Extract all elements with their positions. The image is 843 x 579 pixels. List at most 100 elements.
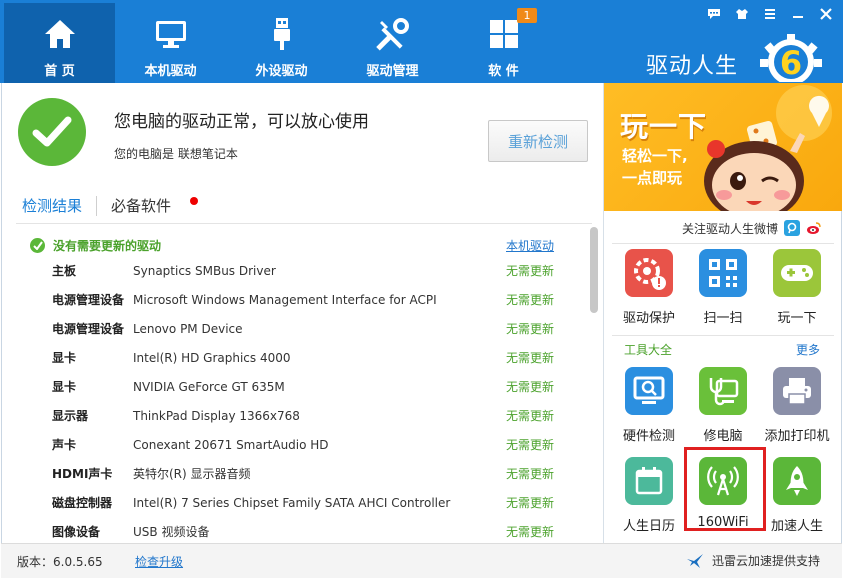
table-row: HDMI声卡 英特尔(R) 显示器音频 无需更新 (2, 460, 592, 489)
repair-pc-label: 修电脑 (703, 429, 743, 444)
wifi-160-label: 160WiFi (697, 515, 749, 530)
rescan-button[interactable]: 重新检测 (488, 120, 588, 162)
tencent-weibo-icon[interactable] (784, 220, 800, 236)
driver-category: 声卡 (52, 438, 77, 452)
driver-status: 无需更新 (506, 438, 555, 452)
shield-gear-icon (625, 249, 673, 297)
add-printer-tile[interactable]: 添加打印机 (762, 367, 832, 444)
sina-weibo-icon[interactable] (806, 220, 822, 236)
hardware-check-icon (625, 367, 673, 415)
nav-home-label: 首 页 (44, 64, 75, 79)
no-update-title: 没有需要更新的驱动 (53, 238, 162, 253)
nav-driver-management-label: 驱动管理 (366, 64, 419, 79)
hardware-check-tile[interactable]: 硬件检测 (614, 367, 684, 444)
calendar-icon (625, 457, 673, 505)
check-circle-icon (30, 237, 45, 253)
life-calendar-tile[interactable]: 人生日历 (614, 457, 684, 534)
minimize-icon[interactable] (789, 6, 807, 22)
driver-category: 主板 (52, 264, 77, 278)
table-row: 显卡 NVIDIA GeForce GT 635M 无需更新 (2, 373, 592, 402)
logo-digit: 6 (780, 44, 802, 82)
driver-category: 电源管理设备 (52, 293, 125, 307)
driver-category: 显卡 (52, 380, 77, 394)
driver-status: 无需更新 (506, 467, 555, 481)
status-bar: 版本：6.0.5.65 检查升级 迅雷云加速提供支持 (1, 543, 842, 578)
table-row: 电源管理设备 Lenovo PM Device 无需更新 (2, 315, 592, 344)
nav-driver-management[interactable]: 驱动管理 (337, 3, 448, 83)
banner-line-2: 一点即玩 (622, 169, 683, 187)
divider (16, 223, 592, 224)
close-icon[interactable] (817, 6, 835, 22)
side-divider (612, 243, 834, 244)
local-drivers-link[interactable]: 本机驱动 (506, 237, 554, 254)
play-game-tile[interactable]: 玩一下 (762, 249, 832, 326)
feedback-icon[interactable] (705, 6, 723, 22)
nav-software[interactable]: 1 软 件 (448, 3, 559, 83)
driver-protect-label: 驱动保护 (622, 311, 675, 326)
cdn-support-text: 迅雷云加速提供支持 (712, 554, 821, 568)
side-panel: 玩一下 轻松一下, 一点即玩 关注驱动人生微博 驱动保护 扫一扫 玩一下 工具大… (603, 83, 842, 543)
wifi-160-tile[interactable]: 160WiFi (688, 457, 758, 530)
computer-model: 您的电脑是 联想笔记本 (114, 147, 238, 161)
driver-category: 磁盘控制器 (52, 496, 113, 510)
tools-heading: 工具大全 (624, 343, 673, 357)
list-scrollbar[interactable] (590, 227, 598, 313)
nav-local-drivers-label: 本机驱动 (144, 64, 197, 79)
life-calendar-label: 人生日历 (622, 519, 675, 534)
menu-icon[interactable] (761, 6, 779, 22)
new-badge-dot (190, 197, 198, 205)
repair-pc-tile[interactable]: 修电脑 (688, 367, 758, 444)
side-divider (612, 335, 834, 336)
table-row: 显卡 Intel(R) HD Graphics 4000 无需更新 (2, 344, 592, 373)
nav-local-drivers[interactable]: 本机驱动 (115, 3, 226, 83)
table-row: 主板 Synaptics SMBus Driver 无需更新 (2, 257, 592, 286)
play-game-label: 玩一下 (777, 311, 817, 326)
result-tabs: 检测结果 必备软件 (22, 195, 198, 216)
status-title: 您电脑的驱动正常，可以放心使用 (114, 112, 369, 132)
hardware-check-label: 硬件检测 (622, 429, 675, 444)
version-text: 版本：6.0.5.65 (17, 555, 103, 569)
game-banner[interactable]: 玩一下 轻松一下, 一点即玩 (604, 83, 842, 211)
driver-status: 无需更新 (506, 322, 555, 336)
driver-device: Lenovo PM Device (133, 322, 243, 336)
brand-name: 驱动人生 (646, 54, 739, 79)
banner-title: 玩一下 (620, 110, 708, 143)
nav-peripheral-drivers[interactable]: 外设驱动 (226, 3, 337, 83)
status-ok-icon (18, 98, 86, 166)
driver-status: 无需更新 (506, 264, 555, 278)
monitor-icon (153, 16, 189, 52)
driver-protect-tile[interactable]: 驱动保护 (614, 249, 684, 326)
nav-peripheral-drivers-label: 外设驱动 (255, 64, 308, 79)
nav-software-label: 软 件 (488, 64, 519, 79)
tab-detection-results[interactable]: 检测结果 (22, 195, 82, 216)
printer-icon (773, 367, 821, 415)
tab-essential-software[interactable]: 必备软件 (111, 195, 171, 216)
rocket-icon (773, 457, 821, 505)
scan-qr-tile[interactable]: 扫一扫 (688, 249, 758, 326)
driver-device: NVIDIA GeForce GT 635M (133, 380, 285, 394)
nav-home[interactable]: 首 页 (4, 3, 115, 83)
driver-device: Intel(R) 7 Series Chipset Family SATA AH… (133, 496, 451, 510)
table-row: 电源管理设备 Microsoft Windows Management Inter… (2, 286, 592, 315)
tab-separator (96, 195, 98, 216)
tools-more-link[interactable]: 更多 (796, 341, 820, 358)
driver-device: Intel(R) HD Graphics 4000 (133, 351, 291, 365)
cdn-support: 迅雷云加速提供支持 (686, 552, 820, 569)
app-logo: 6 (756, 34, 826, 85)
driver-device: ThinkPad Display 1366x768 (133, 409, 300, 423)
accelerate-label: 加速人生 (770, 519, 823, 534)
gamepad-icon (773, 249, 821, 297)
driver-device: Synaptics SMBus Driver (133, 264, 276, 278)
skin-icon[interactable] (733, 6, 751, 22)
driver-category: HDMI声卡 (52, 467, 113, 481)
check-upgrade-link[interactable]: 检查升级 (135, 553, 183, 570)
driver-status: 无需更新 (506, 293, 555, 307)
banner-line-1: 轻松一下, (622, 147, 688, 165)
driver-category: 显卡 (52, 351, 77, 365)
driver-status: 无需更新 (506, 380, 555, 394)
home-icon (42, 16, 78, 52)
thunder-bird-icon (687, 553, 703, 568)
driver-category: 电源管理设备 (52, 322, 125, 336)
wifi-antenna-icon (699, 457, 747, 505)
accelerate-tile[interactable]: 加速人生 (762, 457, 832, 534)
